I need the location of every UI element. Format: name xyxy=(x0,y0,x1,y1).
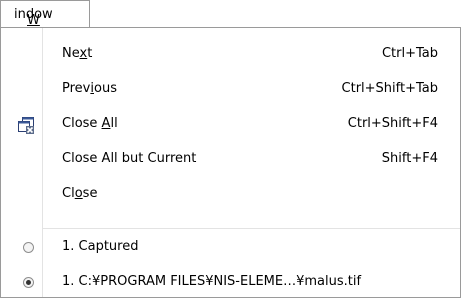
menu-item-close-all[interactable]: Close All Ctrl+Shift+F4 xyxy=(1,110,460,140)
menu-item-label: Close All but Current xyxy=(62,151,197,166)
close-all-windows-icon xyxy=(16,115,36,135)
window-list-item-captured[interactable]: 1. Captured xyxy=(1,233,460,263)
menu-item-shortcut: Ctrl+Shift+F4 xyxy=(347,116,438,131)
menubar-window-label: Window xyxy=(14,7,53,28)
menu-item-label: Next xyxy=(62,46,93,61)
menu-item-next[interactable]: Next Ctrl+Tab xyxy=(1,40,460,70)
menu-item-shortcut: Shift+F4 xyxy=(381,151,438,166)
window-menu: Next Ctrl+Tab Previous Ctrl+Shift+Tab Cl… xyxy=(0,27,461,298)
menubar-window[interactable]: Window xyxy=(0,0,90,28)
menu-item-label: 1. Captured xyxy=(62,239,139,254)
window-list-item-malus[interactable]: 1. C:¥PROGRAM FILES¥NIS-ELEME…¥malus.tif xyxy=(1,268,460,298)
radio-unselected-icon xyxy=(23,242,34,253)
menu-item-label: Close All xyxy=(62,116,118,131)
menu-item-label: Previous xyxy=(62,81,117,96)
menu-item-label: 1. C:¥PROGRAM FILES¥NIS-ELEME…¥malus.tif xyxy=(62,274,362,289)
menu-item-close-all-but-current[interactable]: Close All but Current Shift+F4 xyxy=(1,145,460,175)
radio-dot xyxy=(26,280,31,285)
menu-item-shortcut: Ctrl+Tab xyxy=(381,46,438,61)
menu-item-label: Close xyxy=(62,186,98,201)
menu-separator xyxy=(43,228,460,229)
menu-item-previous[interactable]: Previous Ctrl+Shift+Tab xyxy=(1,75,460,105)
radio-selected-icon xyxy=(23,277,34,288)
menu-item-close[interactable]: Close xyxy=(1,180,460,210)
menu-item-shortcut: Ctrl+Shift+Tab xyxy=(341,81,438,96)
